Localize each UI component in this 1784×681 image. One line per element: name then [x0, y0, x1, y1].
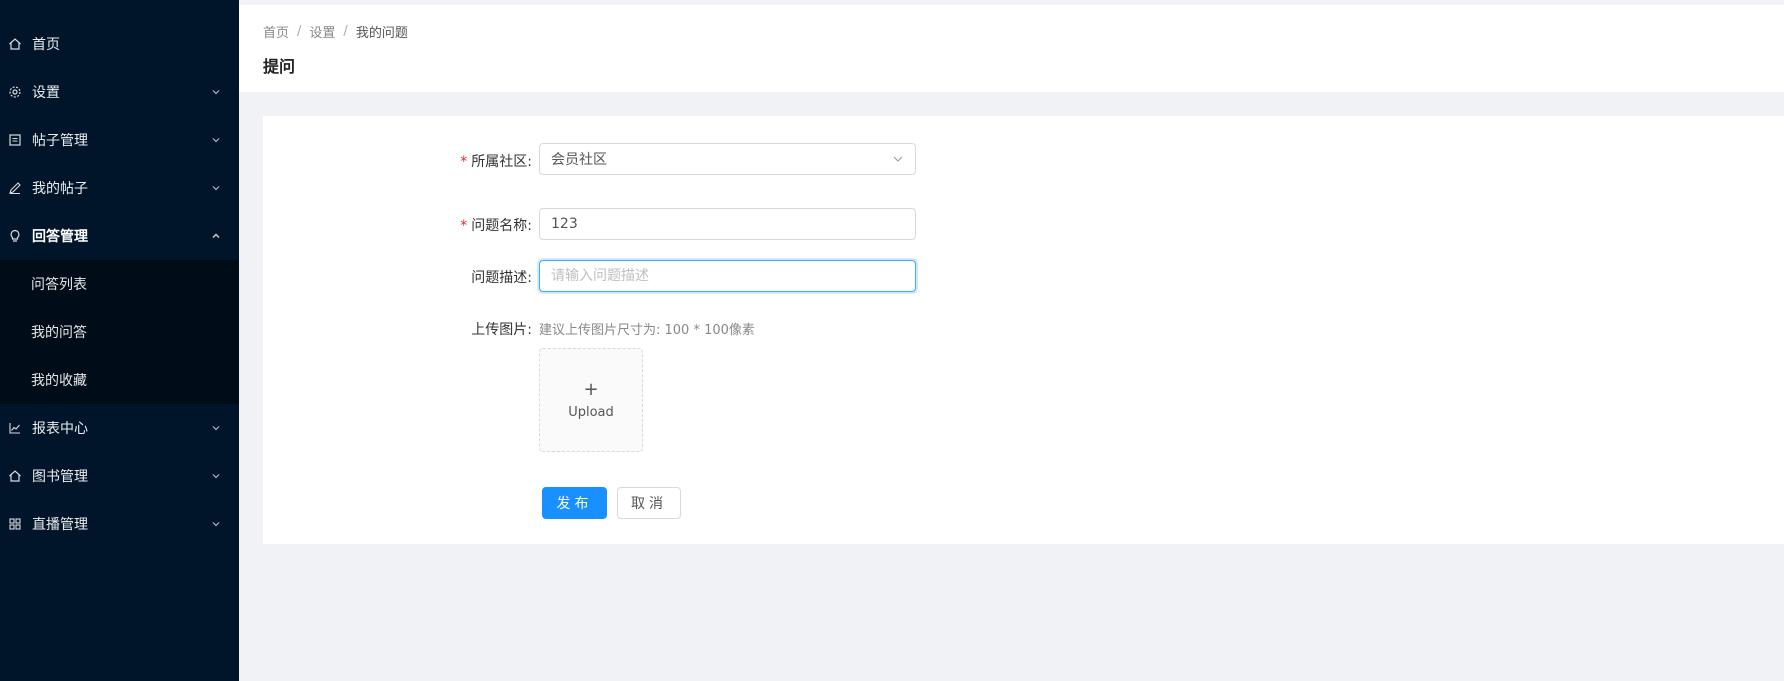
sidebar-menu: 首页 设置 帖子管理 我的帖子 回答管理 问答列表 我的问答 我的收藏 报表中心…: [0, 0, 239, 548]
sidebar-item-settings[interactable]: 设置: [0, 68, 239, 116]
upload-label: 上传图片:: [471, 322, 532, 338]
sidebar-item-books[interactable]: 图书管理: [0, 452, 239, 500]
submenu-item-my-qa[interactable]: 我的问答: [0, 308, 239, 356]
answers-submenu: 问答列表 我的问答 我的收藏: [0, 260, 239, 404]
description-input[interactable]: [551, 268, 904, 284]
upload-hint: 建议上传图片尺寸为: 100 * 100像素: [539, 323, 755, 338]
chevron-down-icon: [211, 87, 221, 97]
sidebar-item-label: 回答管理: [32, 229, 88, 245]
breadcrumb-settings[interactable]: 设置: [309, 22, 335, 41]
sidebar-item-label: 报表中心: [32, 421, 88, 437]
submenu-item-favorites[interactable]: 我的收藏: [0, 356, 239, 404]
breadcrumb-separator: /: [343, 24, 348, 39]
question-name-label-text: 问题名称:: [471, 218, 532, 234]
required-mark: *: [460, 218, 468, 234]
edit-icon: [8, 181, 22, 195]
community-label: * 所属社区:: [372, 151, 532, 171]
required-mark: *: [460, 154, 468, 170]
bulb-icon: [8, 229, 22, 243]
description-label: 问题描述:: [471, 270, 532, 286]
breadcrumb: 首页 / 设置 / 我的问题: [263, 22, 1760, 41]
plus-icon: +: [583, 378, 599, 400]
breadcrumb-current: 我的问题: [355, 26, 408, 41]
chevron-down-icon: [211, 135, 221, 145]
question-name-label: * 问题名称:: [372, 215, 532, 235]
sidebar-item-my-posts[interactable]: 我的帖子: [0, 164, 239, 212]
grid-icon: [8, 517, 22, 531]
chevron-up-icon: [211, 231, 221, 241]
line-chart-icon: [8, 421, 22, 435]
page-header: 首页 / 设置 / 我的问题 提问: [239, 5, 1784, 92]
breadcrumb-separator: /: [297, 24, 302, 39]
chevron-down-icon: [211, 423, 221, 433]
sidebar-item-label: 设置: [32, 85, 60, 101]
gear-icon: [8, 85, 22, 99]
sidebar-item-label: 图书管理: [32, 469, 88, 485]
breadcrumb-home[interactable]: 首页: [263, 22, 289, 41]
community-label-text: 所属社区:: [471, 154, 532, 170]
sidebar-item-label: 我的帖子: [32, 181, 88, 197]
sidebar-item-label: 直播管理: [32, 517, 88, 533]
submenu-item-qa-list[interactable]: 问答列表: [0, 260, 239, 308]
upload-text: Upload: [568, 404, 614, 420]
question-name-value: 123: [551, 216, 578, 232]
submit-button[interactable]: 发布: [542, 487, 607, 519]
chevron-down-icon: [211, 519, 221, 529]
community-select-value: 会员社区: [551, 152, 607, 168]
chevron-down-icon: [892, 153, 904, 165]
sidebar-item-posts[interactable]: 帖子管理: [0, 116, 239, 164]
sidebar-item-label: 首页: [32, 37, 60, 53]
sidebar-item-reports[interactable]: 报表中心: [0, 404, 239, 452]
description-field[interactable]: [539, 260, 916, 292]
page-title: 提问: [263, 57, 296, 76]
sidebar: 首页 设置 帖子管理 我的帖子 回答管理 问答列表 我的问答 我的收藏 报表中心…: [0, 0, 239, 681]
community-select[interactable]: 会员社区: [539, 143, 916, 175]
question-name-field[interactable]: 123: [539, 208, 916, 240]
cancel-button[interactable]: 取消: [617, 487, 681, 519]
sidebar-item-home[interactable]: 首页: [0, 20, 239, 68]
sidebar-item-label: 帖子管理: [32, 133, 88, 149]
upload-button[interactable]: + Upload: [539, 348, 643, 452]
sidebar-item-live[interactable]: 直播管理: [0, 500, 239, 548]
home-icon: [8, 37, 22, 51]
home-icon: [8, 469, 22, 483]
sidebar-item-answers[interactable]: 回答管理: [0, 212, 239, 260]
document-icon: [8, 133, 22, 147]
chevron-down-icon: [211, 183, 221, 193]
chevron-down-icon: [211, 471, 221, 481]
